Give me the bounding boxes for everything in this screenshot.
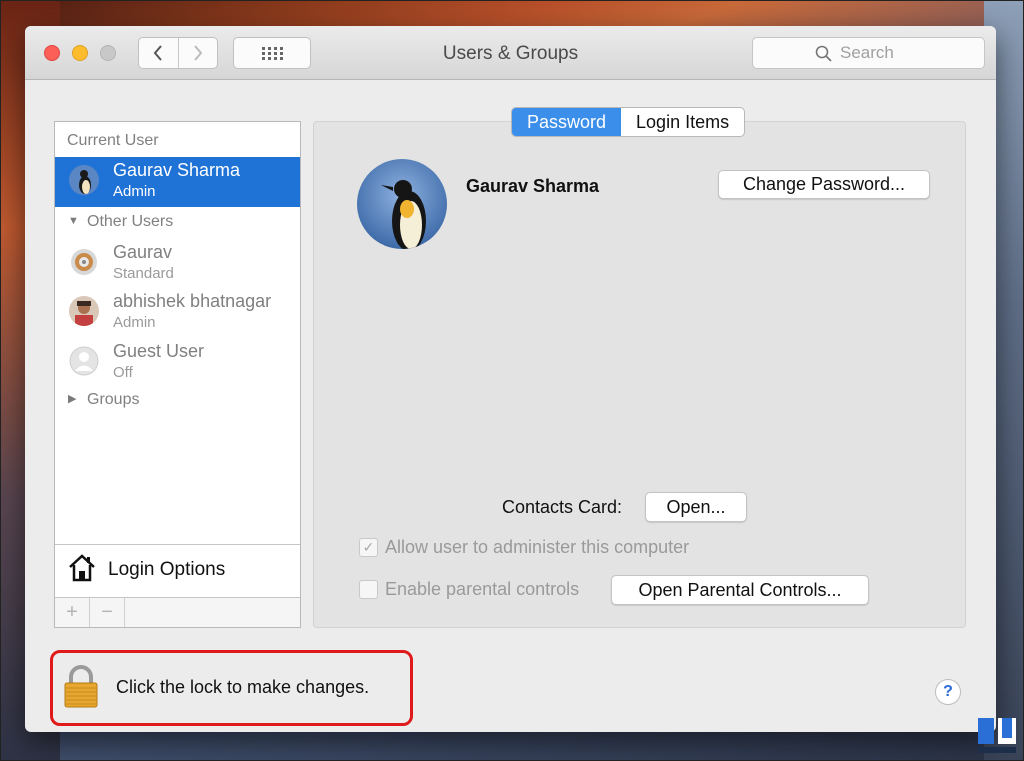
help-button[interactable]: ? xyxy=(935,679,961,705)
search-field[interactable]: Search xyxy=(752,37,985,69)
tab-login-items[interactable]: Login Items xyxy=(621,108,744,136)
lock-highlight-box: Click the lock to make changes. xyxy=(50,650,413,726)
remove-user-button[interactable]: − xyxy=(90,598,125,627)
current-user-name: Gaurav Sharma xyxy=(113,160,241,180)
sidebar-item-guest-user[interactable]: Guest User Off xyxy=(55,338,300,388)
parental-controls-label: Enable parental controls xyxy=(385,579,580,599)
house-icon xyxy=(69,554,95,582)
add-user-button[interactable]: + xyxy=(55,598,90,627)
sidebar-item-user-abhishek[interactable]: abhishek bhatnagar Admin xyxy=(55,288,300,338)
tab-bar: Password Login Items xyxy=(511,107,746,137)
user-role: Standard xyxy=(113,265,174,282)
target-avatar-icon xyxy=(69,247,99,277)
guest-avatar-icon xyxy=(69,346,99,376)
watermark-logo xyxy=(978,718,1016,753)
sidebar-item-user-gaurav[interactable]: Gaurav Standard xyxy=(55,239,300,289)
contacts-open-button[interactable]: Open... xyxy=(645,492,747,522)
sidebar-toolbar: + − xyxy=(55,597,300,627)
users-sidebar: Current User Gaurav Sharma Admin ▼ Other… xyxy=(54,121,301,628)
photo-avatar-icon xyxy=(69,296,99,326)
title-bar: Users & Groups Search xyxy=(25,26,996,80)
groups-header[interactable]: Groups xyxy=(87,391,139,409)
search-placeholder: Search xyxy=(840,43,894,62)
parental-controls-checkbox[interactable] xyxy=(359,580,378,599)
login-options-label: Login Options xyxy=(108,559,226,580)
penguin-picture-icon xyxy=(357,159,447,249)
disclosure-open-icon[interactable]: ▼ xyxy=(68,215,79,227)
other-users-header: Other Users xyxy=(87,213,174,230)
user-name: Guest User xyxy=(113,341,205,361)
search-icon xyxy=(815,45,832,62)
allow-admin-label: Allow user to administer this computer xyxy=(385,537,690,557)
change-password-button[interactable]: Change Password... xyxy=(718,170,930,199)
user-picture[interactable] xyxy=(357,159,447,249)
user-name: abhishek bhatnagar xyxy=(113,291,272,311)
user-role: Admin xyxy=(113,314,156,331)
current-user-role: Admin xyxy=(113,183,156,200)
tab-password[interactable]: Password xyxy=(512,108,622,136)
current-user-header: Current User xyxy=(67,132,159,149)
lock-icon[interactable] xyxy=(63,664,99,708)
open-parental-controls-button[interactable]: Open Parental Controls... xyxy=(611,575,869,605)
lock-message[interactable]: Click the lock to make changes. xyxy=(116,677,369,698)
users-groups-window: Users & Groups Search Current User Gaura… xyxy=(25,26,996,732)
user-full-name: Gaurav Sharma xyxy=(466,176,600,196)
allow-admin-checkbox[interactable]: ✓ xyxy=(359,538,378,557)
contacts-card-label: Contacts Card: xyxy=(502,497,623,517)
sidebar-item-current-user[interactable]: Gaurav Sharma Admin xyxy=(55,157,300,207)
penguin-avatar-icon xyxy=(69,165,99,195)
login-options-item[interactable]: Login Options xyxy=(55,545,300,597)
disclosure-closed-icon[interactable]: ▶ xyxy=(68,392,76,405)
user-name: Gaurav xyxy=(113,242,173,262)
user-role: Off xyxy=(113,364,133,381)
